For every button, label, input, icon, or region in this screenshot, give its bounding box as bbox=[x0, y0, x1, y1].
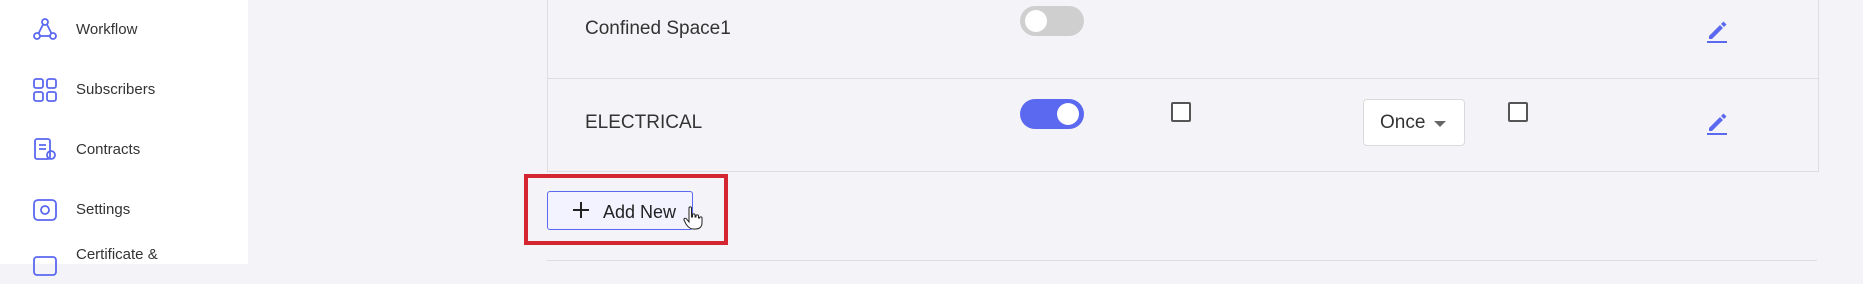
settings-icon bbox=[32, 197, 58, 223]
table-row: ELECTRICAL Once bbox=[548, 78, 1818, 171]
frequency-value: Once bbox=[1380, 112, 1426, 133]
table-row: Confined Space1 bbox=[548, 0, 1818, 79]
edit-icon[interactable] bbox=[1703, 16, 1731, 44]
hand-cursor-icon bbox=[683, 206, 703, 230]
option-checkbox[interactable] bbox=[1508, 102, 1528, 122]
row-name: ELECTRICAL bbox=[585, 112, 703, 133]
workflow-icon bbox=[32, 17, 58, 43]
sidebar-item-label: Certificate & bbox=[76, 246, 158, 263]
contracts-icon bbox=[32, 137, 58, 163]
enable-toggle[interactable] bbox=[1020, 99, 1084, 129]
sidebar: Workflow Subscribers Contracts Settings bbox=[0, 0, 248, 276]
sidebar-item-label: Settings bbox=[76, 201, 131, 218]
plus-icon bbox=[572, 201, 590, 219]
sidebar-item-workflow[interactable]: Workflow bbox=[0, 10, 248, 50]
items-table: Confined Space1 ELECTRICAL Once bbox=[547, 0, 1819, 172]
edit-icon[interactable] bbox=[1703, 108, 1731, 136]
enable-toggle[interactable] bbox=[1020, 6, 1084, 36]
frequency-select[interactable]: Once bbox=[1363, 99, 1465, 146]
divider bbox=[547, 260, 1817, 261]
sidebar-item-label: Workflow bbox=[76, 21, 138, 38]
content-gutter bbox=[248, 0, 292, 264]
sidebar-item-settings[interactable]: Settings bbox=[0, 190, 248, 230]
sidebar-item-certificate[interactable]: Certificate & bbox=[0, 244, 248, 284]
chevron-down-icon bbox=[1434, 121, 1446, 127]
subscribers-icon bbox=[32, 77, 58, 103]
certificate-icon bbox=[32, 251, 58, 277]
row-name: Confined Space1 bbox=[585, 18, 731, 39]
sidebar-item-subscribers[interactable]: Subscribers bbox=[0, 70, 248, 110]
add-new-button[interactable]: Add New bbox=[547, 191, 693, 230]
option-checkbox[interactable] bbox=[1171, 102, 1191, 122]
sidebar-item-label: Contracts bbox=[76, 141, 141, 158]
sidebar-item-contracts[interactable]: Contracts bbox=[0, 130, 248, 170]
add-new-label: Add New bbox=[603, 202, 677, 222]
sidebar-item-label: Subscribers bbox=[76, 81, 156, 98]
